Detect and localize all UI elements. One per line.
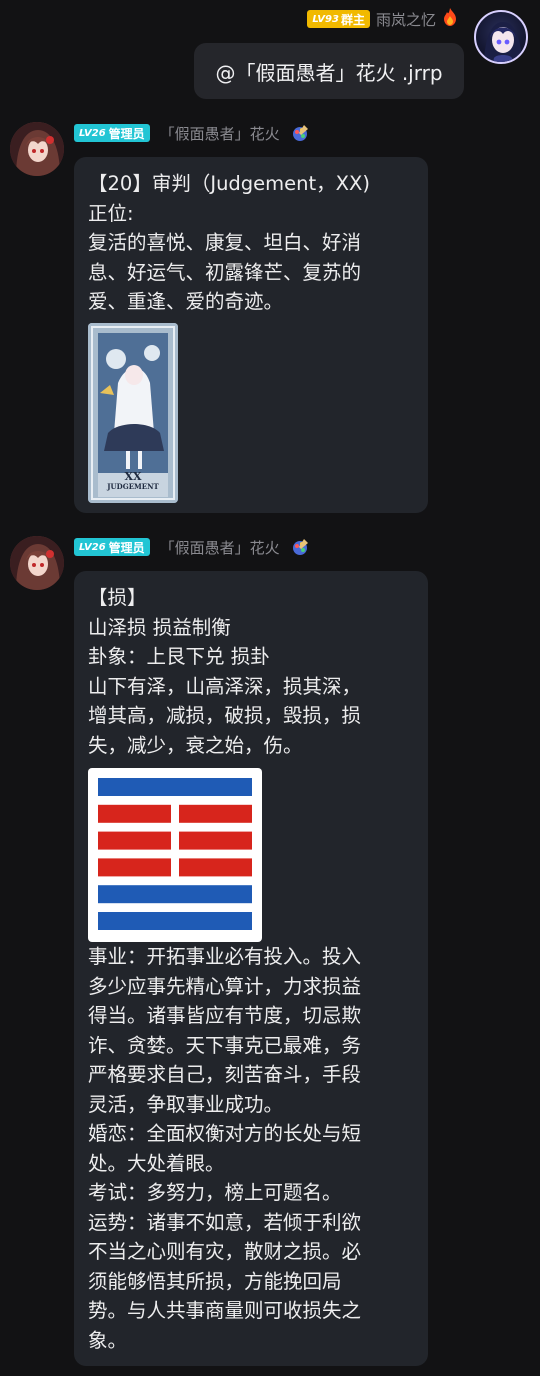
message-text-line: 【损】	[88, 586, 147, 609]
message-header: LV26 管理员 「假面愚者」花火	[74, 122, 310, 144]
tarot-caption: JUDGEMENT	[107, 481, 159, 491]
message-text-line: 事业：开拓事业必有投入。投入	[88, 945, 362, 968]
message-text-line: 失，减少，衰之始，伤。	[88, 733, 303, 757]
yin-line-left	[98, 804, 171, 823]
yin-line-left	[98, 858, 171, 877]
message-text-line: 多少应事先精心算计，力求损益	[88, 974, 362, 998]
message-text-line: 运势：诸事不如意，若倾于利欲	[88, 1210, 362, 1234]
message-text-line: 山下有泽，山高泽深，损其深，	[88, 674, 362, 698]
message-text-line: 增其高，减损，破损，毁损，损	[88, 704, 362, 727]
message-text-line: 卦象：上艮下兑 损卦	[88, 645, 270, 668]
paint-palette-icon	[290, 123, 310, 143]
admin-level-badge: LV26 管理员	[74, 124, 150, 142]
yin-line-right	[179, 858, 252, 877]
message-text-line: 不当之心则有灾，散财之损。必	[88, 1240, 362, 1263]
message-text-line: 得当。诸事皆应有节度，切忌欺	[88, 1004, 362, 1027]
fire-icon	[442, 8, 458, 30]
message-bubble[interactable]: 【20】审判（Judgement，XX) 正位: 复活的喜悦、康复、坦白、好消 …	[74, 157, 428, 513]
message-text-line: 处。大处着眼。	[88, 1151, 225, 1175]
yang-line	[98, 912, 252, 930]
message-text-line: 婚恋：全面权衡对方的长处与短	[88, 1122, 362, 1145]
message-text-line: 爱、重逢、爱的奇迹。	[88, 290, 284, 313]
hexagram-lines	[98, 778, 252, 930]
self-message-header: LV93 群主 雨岚之忆	[307, 8, 458, 30]
yin-line-left	[98, 831, 171, 850]
yin-line-right	[179, 804, 252, 823]
yang-line	[98, 778, 252, 796]
tarot-card-image[interactable]: XX JUDGEMENT	[88, 322, 178, 503]
hexagram-image[interactable]	[88, 768, 262, 942]
admin-level-badge: LV26 管理员	[74, 538, 150, 556]
message-text-line: 象。	[88, 1328, 128, 1352]
yang-line	[98, 885, 252, 904]
yin-line-right	[179, 831, 252, 850]
message-text-line: 势。与人共事商量则可收损失之	[88, 1299, 362, 1322]
message-text-line: 灵活，争取事业成功。	[88, 1092, 284, 1116]
self-avatar[interactable]	[474, 10, 528, 64]
sender-avatar[interactable]	[10, 122, 64, 176]
owner-level-badge: LV93 群主	[307, 10, 370, 28]
paint-palette-icon	[290, 537, 310, 557]
sender-avatar[interactable]	[10, 536, 64, 590]
message-text-line: 正位:	[88, 201, 134, 225]
message-text-line: 诈、贪婪。天下事克已最难，务	[88, 1033, 362, 1057]
message-text-line: 严格要求自己，刻苦奋斗，手段	[88, 1063, 362, 1086]
message-text-line: 复活的喜悦、康复、坦白、好消	[88, 231, 362, 254]
message-text-line: 山泽损 损益制衡	[88, 615, 231, 639]
self-message-bubble[interactable]: @「假面愚者」花火 .jrrp	[194, 43, 464, 99]
message-text-line: 考试：多努力，榜上可题名。	[88, 1181, 342, 1204]
message-text-line: 【20】审判（Judgement，XX)	[88, 172, 370, 195]
message-header: LV26 管理员 「假面愚者」花火	[74, 536, 310, 558]
message-bubble[interactable]: 【损】 山泽损 损益制衡 卦象：上艮下兑 损卦 山下有泽，山高泽深，损其深， 增…	[74, 571, 428, 1366]
self-nickname[interactable]: 雨岚之忆	[376, 9, 436, 30]
message-text-line: 须能够悟其所损，方能挽回局	[88, 1269, 342, 1293]
sender-nickname[interactable]: 「假面愚者」花火	[160, 537, 280, 558]
message-text-line: 息、好运气、初露锋芒、复苏的	[88, 260, 362, 284]
sender-nickname[interactable]: 「假面愚者」花火	[160, 123, 280, 144]
